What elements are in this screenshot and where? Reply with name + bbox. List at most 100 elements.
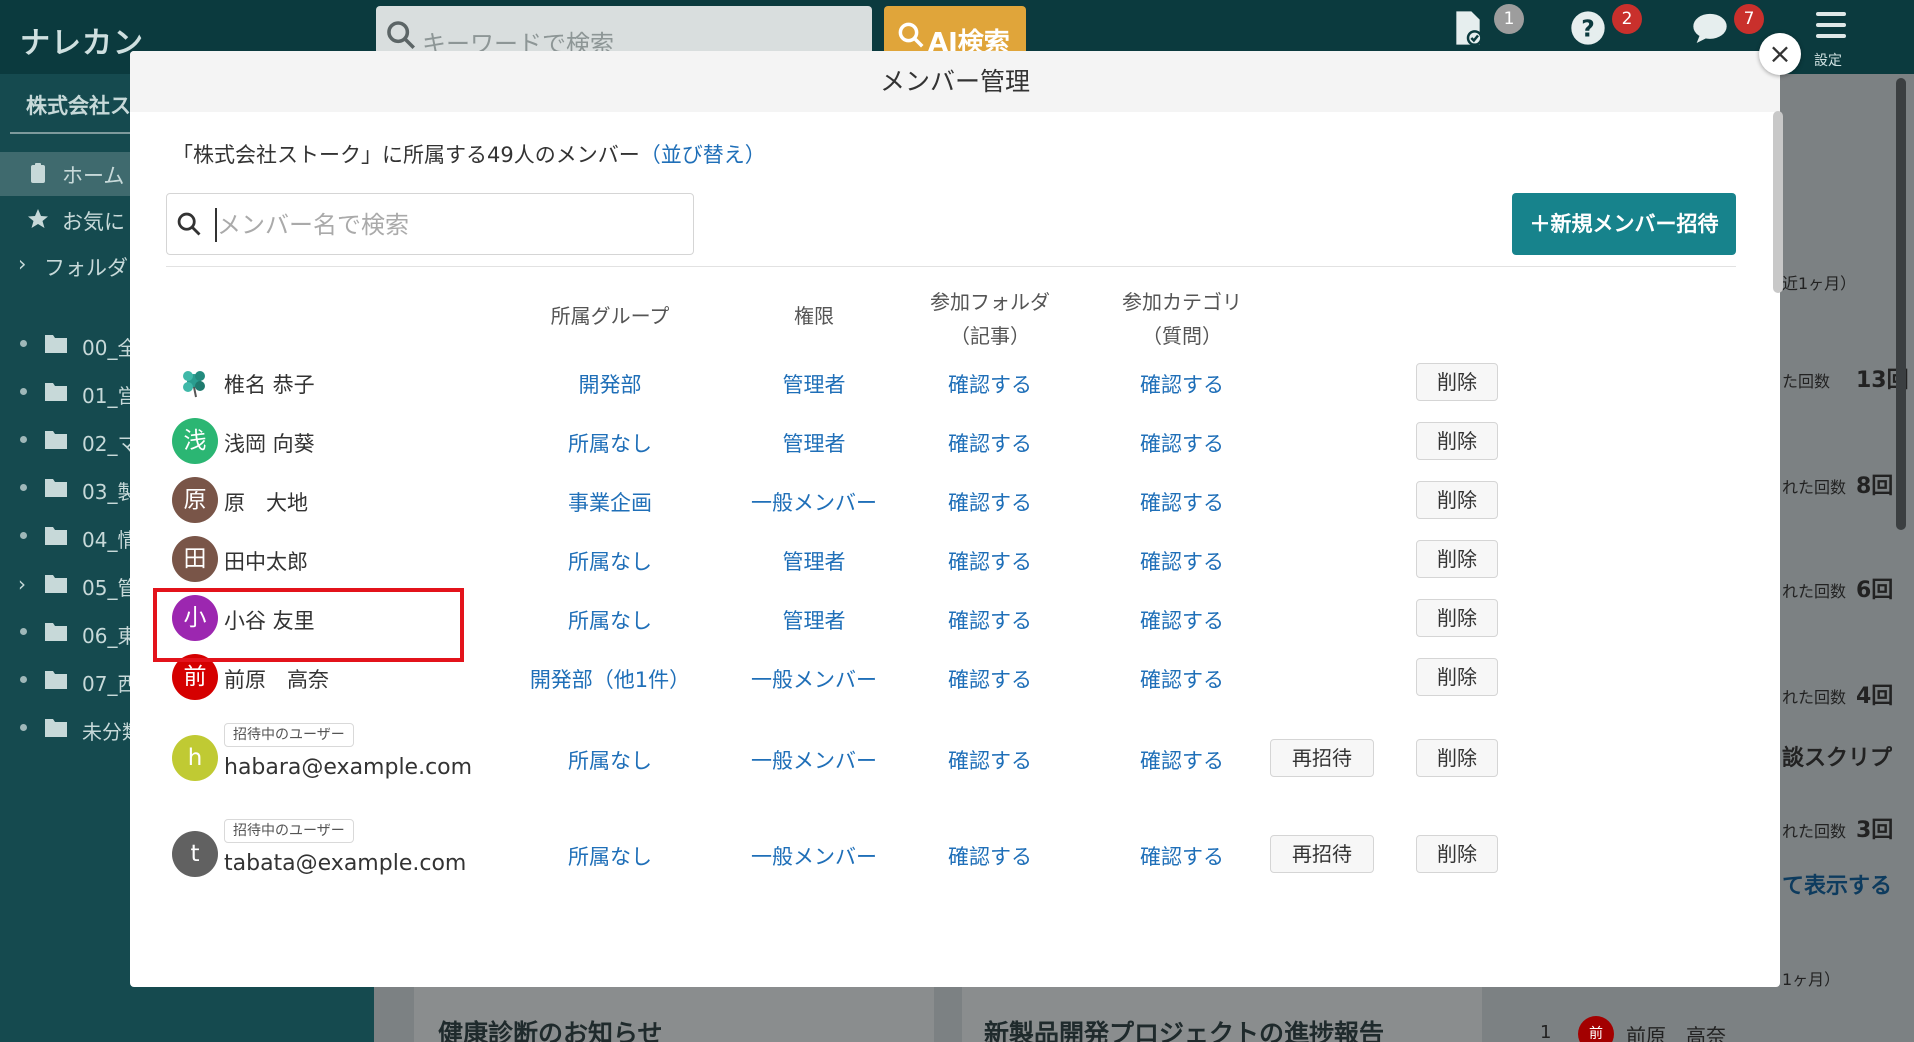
bullet-icon [20, 484, 27, 491]
member-group-link[interactable]: 所属なし [510, 546, 710, 576]
reinvite-button[interactable]: 再招待 [1270, 835, 1374, 873]
invited-user-tag: 招待中のユーザー [224, 723, 354, 747]
delete-button[interactable]: 削除 [1416, 599, 1498, 637]
delete-button[interactable]: 削除 [1416, 481, 1498, 519]
modal-scrollbar[interactable] [1773, 111, 1783, 293]
member-role-link[interactable]: 管理者 [724, 369, 904, 399]
docs-badge: 1 [1494, 4, 1524, 34]
folder-icon [45, 383, 67, 401]
sidebar-item-label: フォルダ [44, 256, 128, 280]
folder-icon [45, 719, 67, 737]
show-more-link[interactable]: て表示する [1782, 868, 1892, 900]
member-group-link[interactable]: 開発部 [510, 369, 710, 399]
member-name: 椎名 恭子 [224, 373, 315, 397]
avatar-leaf-icon [172, 359, 218, 405]
folder-icon [45, 527, 67, 545]
confirm-folder-link[interactable]: 確認する [900, 605, 1080, 635]
ranking-number: 1 [1540, 1022, 1552, 1042]
ranking-name[interactable]: 前原 高奈 [1626, 1020, 1726, 1042]
member-role-link[interactable]: 管理者 [724, 428, 904, 458]
sort-link[interactable]: （並び替え） [640, 143, 766, 167]
member-name: 原 大地 [224, 491, 308, 515]
delete-button[interactable]: 削除 [1416, 422, 1498, 460]
table-row: 椎名 恭子 開発部 管理者 確認する 確認する 削除 [166, 353, 1736, 411]
member-role-link[interactable]: 一般メンバー [724, 487, 904, 517]
member-search-field[interactable] [166, 193, 694, 255]
confirm-folder-link[interactable]: 確認する [900, 664, 1080, 694]
member-group-link[interactable]: 開発部（他1件） [510, 664, 710, 694]
chevron-right-icon[interactable]: › [18, 572, 26, 596]
post-card-title[interactable]: 健康診断のお知らせ [438, 1014, 663, 1042]
svg-text:?: ? [1581, 14, 1595, 42]
avatar: h [172, 735, 218, 781]
confirm-category-link[interactable]: 確認する [1092, 605, 1272, 635]
bullet-icon [20, 532, 27, 539]
confirm-folder-link[interactable]: 確認する [900, 487, 1080, 517]
app-logo[interactable]: ナレカン [20, 18, 144, 62]
member-role-link[interactable]: 一般メンバー [724, 664, 904, 694]
help-badge: 2 [1612, 4, 1642, 34]
settings-label: 設定 [1814, 53, 1842, 69]
confirm-category-link[interactable]: 確認する [1092, 745, 1272, 775]
delete-button[interactable]: 削除 [1416, 835, 1498, 873]
member-role-link[interactable]: 一般メンバー [724, 745, 904, 775]
bullet-icon [20, 388, 27, 395]
delete-button[interactable]: 削除 [1416, 739, 1498, 777]
reinvite-button[interactable]: 再招待 [1270, 739, 1374, 777]
member-role-link[interactable]: 管理者 [724, 546, 904, 576]
confirm-folder-link[interactable]: 確認する [900, 369, 1080, 399]
member-group-link[interactable]: 所属なし [510, 428, 710, 458]
chat-icon[interactable] [1690, 8, 1730, 48]
delete-button[interactable]: 削除 [1416, 540, 1498, 578]
company-name[interactable]: 株式会社ス [26, 90, 131, 120]
table-row-invited: h 招待中のユーザー habara@example.com 所属なし 一般メンバ… [166, 719, 1736, 799]
search-icon [177, 212, 201, 236]
member-role-link[interactable]: 管理者 [724, 605, 904, 635]
member-name: 前原 高奈 [224, 668, 329, 692]
member-email: habara@example.com [224, 755, 473, 780]
member-group-link[interactable]: 所属なし [510, 841, 710, 871]
member-search-input[interactable] [217, 206, 677, 244]
invite-member-button[interactable]: ＋新規メンバー招待 [1512, 193, 1736, 255]
stats-period: 近1ヶ月） [1782, 274, 1857, 293]
confirm-folder-link[interactable]: 確認する [900, 745, 1080, 775]
confirm-category-link[interactable]: 確認する [1092, 428, 1272, 458]
table-row: 浅 浅岡 向葵 所属なし 管理者 確認する 確認する 削除 [166, 412, 1736, 470]
confirm-category-link[interactable]: 確認する [1092, 487, 1272, 517]
column-header-category: 参加カテゴリ （質問） [1092, 285, 1272, 353]
ranking-period: 1ヶ月） [1782, 970, 1841, 989]
help-icon[interactable]: ? [1568, 8, 1608, 48]
folder-icon [45, 479, 67, 497]
confirm-category-link[interactable]: 確認する [1092, 369, 1272, 399]
stat-value: 3回 [1856, 818, 1894, 843]
close-modal-button[interactable]: × [1759, 33, 1801, 75]
confirm-category-link[interactable]: 確認する [1092, 546, 1272, 576]
member-group-link[interactable]: 事業企画 [510, 487, 710, 517]
table-row: 原 原 大地 事業企画 一般メンバー 確認する 確認する 削除 [166, 471, 1736, 529]
member-role-link[interactable]: 一般メンバー [724, 841, 904, 871]
script-title[interactable]: 談スクリプ [1782, 740, 1892, 772]
stat-label: れた回数 [1782, 478, 1847, 497]
stat-label: れた回数 [1782, 582, 1847, 601]
confirm-category-link[interactable]: 確認する [1092, 664, 1272, 694]
stat-value: 6回 [1856, 578, 1894, 603]
menu-icon[interactable] [1816, 12, 1846, 40]
member-name: 浅岡 向葵 [224, 432, 315, 456]
confirm-category-link[interactable]: 確認する [1092, 841, 1272, 871]
confirm-folder-link[interactable]: 確認する [900, 428, 1080, 458]
confirm-folder-link[interactable]: 確認する [900, 841, 1080, 871]
chevron-right-icon: › [18, 252, 27, 276]
post-card-title[interactable]: 新製品開発プロジェクトの進捗報告 [984, 1014, 1384, 1042]
member-group-link[interactable]: 所属なし [510, 745, 710, 775]
table-row-invited: t 招待中のユーザー tabata@example.com 所属なし 一般メンバ… [166, 815, 1736, 895]
confirm-folder-link[interactable]: 確認する [900, 546, 1080, 576]
close-icon: × [1768, 37, 1792, 70]
star-icon [28, 209, 48, 228]
page-scrollbar[interactable] [1896, 78, 1906, 530]
document-check-icon[interactable] [1448, 8, 1488, 48]
member-group-link[interactable]: 所属なし [510, 605, 710, 635]
stat-value: 4回 [1856, 684, 1894, 709]
delete-button[interactable]: 削除 [1416, 658, 1498, 696]
column-header-folder: 参加フォルダ （記事） [900, 285, 1080, 353]
delete-button[interactable]: 削除 [1416, 363, 1498, 401]
